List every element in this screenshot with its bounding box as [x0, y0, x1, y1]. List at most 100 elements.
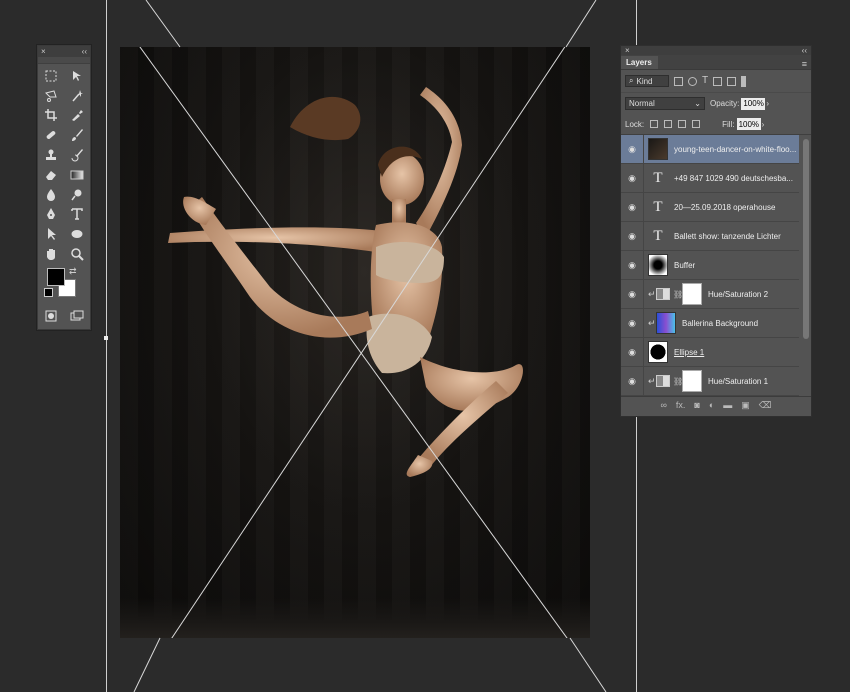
opacity-field[interactable]: 100% [741, 97, 766, 110]
layer-row[interactable]: ◉ young-teen-dancer-on-white-floo... [621, 135, 799, 164]
new-layer-icon[interactable]: ▣ [741, 400, 750, 411]
layer-row[interactable]: ◉ Ellipse 1 [621, 337, 799, 367]
text-layer-icon: T [653, 198, 663, 215]
path-select-icon[interactable] [38, 224, 64, 244]
layer-mask-thumbnail[interactable] [682, 283, 702, 305]
trash-icon[interactable]: ⌫ [759, 400, 772, 411]
link-icon[interactable]: ⛓ [673, 290, 683, 299]
tool-grid [38, 66, 90, 264]
layer-name: Ballett show: tanzende Lichter [674, 231, 781, 241]
lock-pixels-icon[interactable] [664, 120, 673, 128]
tools-panel: × ‹‹ ⇄ [37, 45, 91, 330]
visibility-eye-icon[interactable]: ◉ [621, 376, 643, 387]
history-brush-icon[interactable] [64, 145, 90, 165]
gradient-icon[interactable] [64, 165, 90, 185]
adjustment-icon[interactable]: ◐ [709, 400, 714, 410]
layer-row[interactable]: ◉ ↵ ⛓ Hue/Saturation 1 [621, 366, 799, 396]
magic-wand-icon[interactable] [64, 86, 90, 106]
layer-row[interactable]: ◉ Buffer [621, 250, 799, 280]
type-icon[interactable] [64, 205, 90, 225]
screen-mode-icon[interactable] [70, 310, 84, 322]
panel-grip[interactable] [38, 57, 90, 64]
clone-stamp-icon[interactable] [38, 145, 64, 165]
zoom-icon[interactable] [64, 244, 90, 264]
default-colors-icon[interactable] [44, 287, 53, 297]
visibility-eye-icon[interactable]: ◉ [621, 347, 643, 358]
layer-row[interactable]: ◉ T 20—25.09.2018 operahouse [621, 192, 799, 222]
clip-arrow-icon: ↵ [648, 317, 656, 328]
layer-row[interactable]: ◉ T Ballett show: tanzende Lichter [621, 221, 799, 251]
document-canvas[interactable] [120, 47, 590, 638]
lock-all-icon[interactable] [692, 120, 701, 128]
filter-smart-icon[interactable] [727, 76, 737, 86]
lock-transparent-icon[interactable] [650, 120, 659, 128]
layer-row[interactable]: ◉ ↵ ⛓ Hue/Saturation 2 [621, 279, 799, 309]
fill-field[interactable]: 100% [736, 118, 761, 130]
opacity-label: Opacity: [710, 99, 740, 108]
close-icon[interactable]: × [41, 47, 46, 56]
layer-row[interactable]: ◉ ↵ Ballerina Background [621, 308, 799, 338]
tab-layers[interactable]: Layers [621, 56, 658, 69]
layer-name: Hue/Saturation 1 [708, 376, 769, 386]
transform-diagonals [139, 47, 568, 638]
layer-name: Buffer [674, 260, 696, 270]
text-layer-icon: T [653, 169, 663, 186]
quick-mask-icon[interactable] [45, 310, 57, 322]
pen-icon[interactable] [38, 205, 64, 225]
brush-icon[interactable] [64, 125, 90, 145]
layer-name: 20—25.09.2018 operahouse [674, 202, 776, 212]
filter-kind-label: Kind [636, 76, 653, 86]
visibility-eye-icon[interactable]: ◉ [621, 231, 643, 242]
filter-kind-select[interactable]: ⌕ Kind [625, 75, 669, 87]
visibility-eye-icon[interactable]: ◉ [621, 173, 643, 184]
transform-handle[interactable] [104, 336, 108, 340]
visibility-eye-icon[interactable]: ◉ [621, 318, 643, 329]
layer-row[interactable]: ◉ T +49 847 1029 490 deutschesba... [621, 163, 799, 193]
opacity-dropdown-icon[interactable]: › [766, 99, 769, 108]
hand-icon[interactable] [38, 244, 64, 264]
dodge-icon[interactable] [64, 185, 90, 205]
marquee-icon[interactable] [38, 66, 64, 86]
collapse-icon[interactable]: ‹‹ [802, 46, 807, 55]
filter-type-icon[interactable]: T [702, 76, 708, 86]
blend-mode-select[interactable]: Normal ⌄ [625, 97, 705, 110]
color-swatches: ⇄ [38, 264, 90, 306]
lasso-icon[interactable] [38, 86, 64, 106]
lock-position-icon[interactable] [678, 120, 687, 128]
swap-colors-icon[interactable]: ⇄ [69, 266, 77, 277]
collapse-icon[interactable]: ‹‹ [82, 47, 87, 56]
tools-bottom-row [38, 306, 90, 326]
crop-icon[interactable] [38, 106, 64, 126]
fx-icon[interactable]: fx. [676, 400, 686, 410]
close-icon[interactable]: × [625, 46, 630, 55]
link-icon[interactable]: ∞ [660, 400, 666, 410]
panel-menu-icon[interactable]: ≡ [802, 59, 811, 69]
visibility-eye-icon[interactable]: ◉ [621, 144, 643, 155]
filter-shape-icon[interactable] [713, 76, 723, 86]
ellipse-icon[interactable] [64, 224, 90, 244]
lock-label: Lock: [625, 119, 645, 129]
move-icon[interactable] [64, 66, 90, 86]
blend-row: Normal ⌄ Opacity: 100% › [621, 93, 811, 114]
healing-brush-icon[interactable] [38, 125, 64, 145]
blur-icon[interactable] [38, 185, 64, 205]
mask-icon[interactable]: ◙ [694, 400, 699, 410]
visibility-eye-icon[interactable]: ◉ [621, 260, 643, 271]
fill-dropdown-icon[interactable]: › [762, 120, 765, 129]
visibility-eye-icon[interactable]: ◉ [621, 289, 643, 300]
eyedropper-icon[interactable] [64, 106, 90, 126]
filter-pixel-icon[interactable] [674, 76, 683, 86]
filter-toggle-icon[interactable] [741, 75, 747, 87]
filter-adjustment-icon[interactable] [688, 76, 697, 86]
layer-list: ◉ young-teen-dancer-on-white-floo... ◉ T… [621, 135, 811, 396]
foreground-color[interactable] [47, 267, 65, 286]
link-icon[interactable]: ⛓ [673, 377, 683, 386]
eraser-icon[interactable] [38, 165, 64, 185]
layers-tabbar: Layers ≡ [621, 55, 811, 70]
layers-scrollbar[interactable] [803, 139, 809, 339]
visibility-eye-icon[interactable]: ◉ [621, 202, 643, 213]
layer-mask-thumbnail[interactable] [682, 370, 702, 392]
layers-panel: × ‹‹ Layers ≡ ⌕ Kind T Normal ⌄ Opacity: 1… [620, 45, 812, 417]
folder-icon[interactable]: ▬ [723, 400, 732, 410]
layers-panel-header: × ‹‹ [621, 46, 811, 55]
